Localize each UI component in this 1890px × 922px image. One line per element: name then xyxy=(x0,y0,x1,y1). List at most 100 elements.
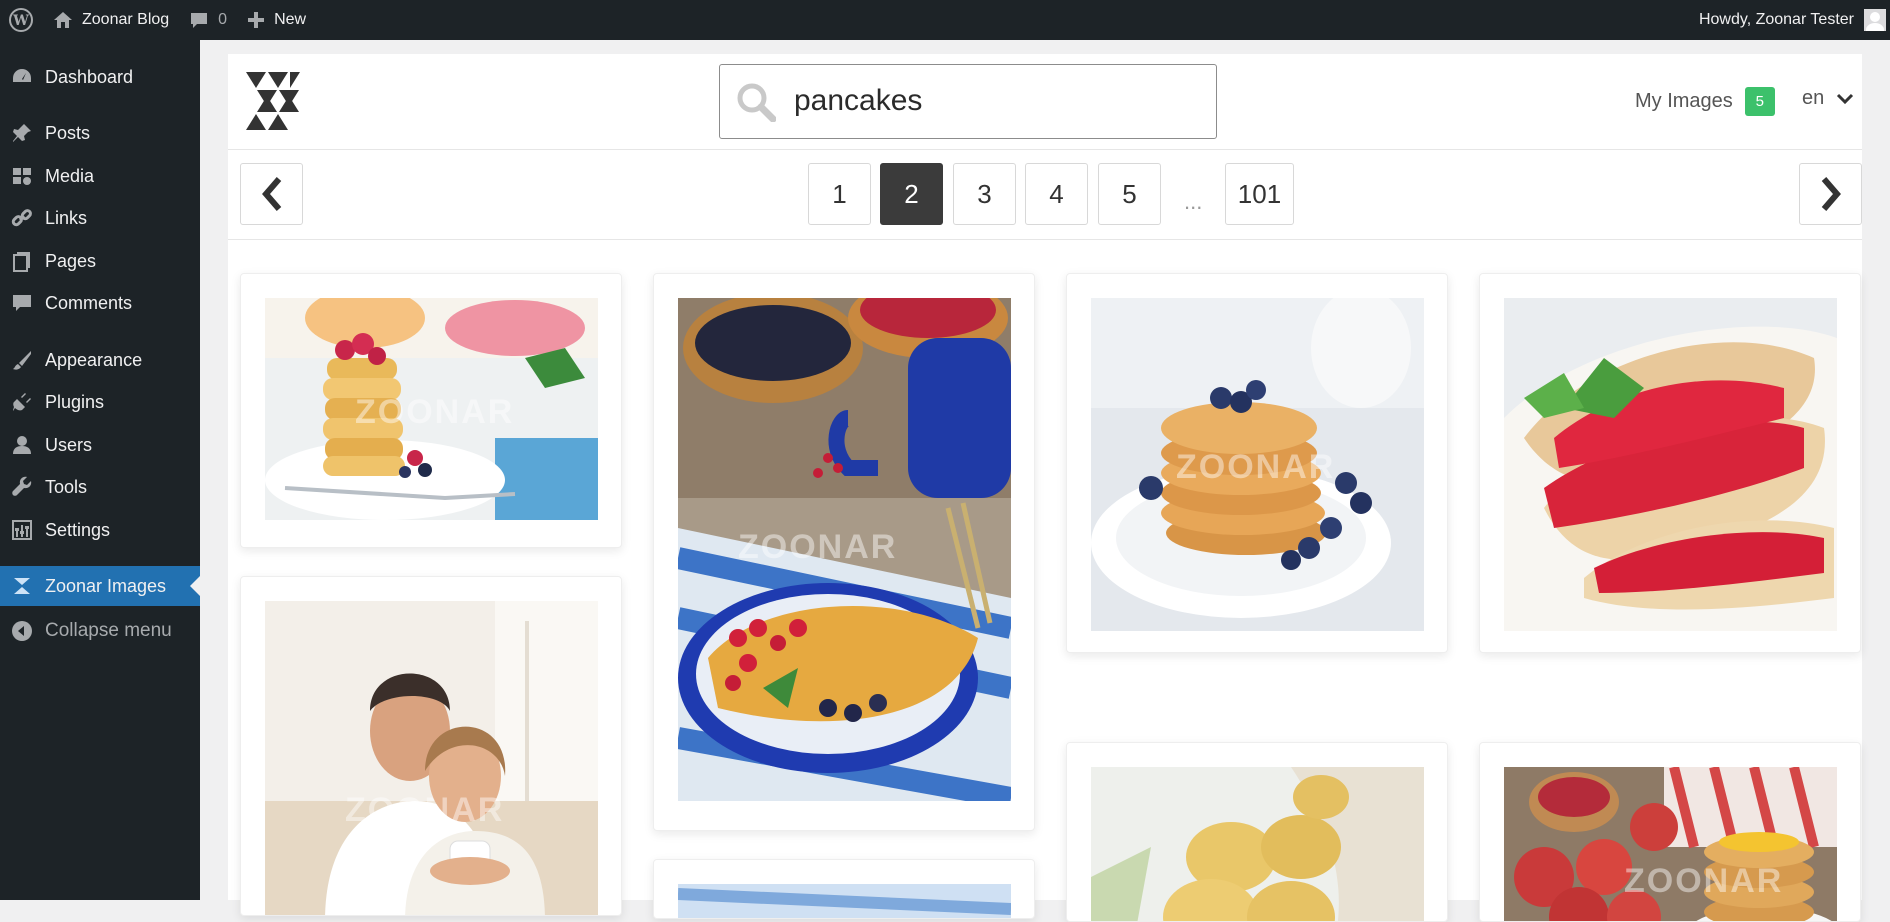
site-name: Zoonar Blog xyxy=(82,11,170,28)
avatar xyxy=(1864,9,1886,31)
menu-media[interactable]: Media xyxy=(0,156,200,196)
collapse-menu-button[interactable]: Collapse menu xyxy=(0,611,200,651)
image-card[interactable]: ZOONAR xyxy=(240,576,622,916)
menu-label: Comments xyxy=(45,292,133,313)
menu-links[interactable]: Links xyxy=(0,198,200,238)
menu-label: Posts xyxy=(45,122,91,143)
comment-icon xyxy=(13,295,31,311)
link-icon xyxy=(11,209,32,227)
language-select[interactable]: en xyxy=(1802,87,1854,110)
menu-tools[interactable]: Tools xyxy=(0,467,200,507)
image-thumbnail[interactable]: ZOONAR xyxy=(1091,298,1424,631)
plug-icon xyxy=(13,393,31,411)
watermark: ZOONAR xyxy=(738,528,898,566)
pushpin-icon xyxy=(13,124,31,142)
site-name-link[interactable]: Zoonar Blog xyxy=(43,0,179,40)
image-thumbnail[interactable]: ZOONAR xyxy=(265,298,598,520)
page-1-button[interactable]: 1 xyxy=(808,163,871,225)
menu-appearance[interactable]: Appearance xyxy=(0,340,200,380)
search-icon xyxy=(737,83,776,122)
image-card[interactable]: ZOONAR xyxy=(1479,742,1861,922)
menu-label: Pages xyxy=(45,250,97,271)
image-card[interactable]: ZOONAR xyxy=(653,273,1035,831)
menu-label: Settings xyxy=(45,519,111,540)
last-page-button[interactable]: 101 xyxy=(1225,163,1294,225)
wordpress-icon: W xyxy=(9,8,33,32)
image-thumbnail[interactable] xyxy=(678,884,1011,918)
zoonar-images-panel: My Images 5 en 1 2 3 4 5 ... 101 xyxy=(228,54,1862,922)
menu-label: Tools xyxy=(45,476,88,497)
menu-comments[interactable]: Comments xyxy=(0,283,200,323)
image-thumbnail[interactable]: ZOONAR xyxy=(1504,767,1837,921)
menu-settings[interactable]: Settings xyxy=(0,510,200,550)
chevron-down-icon xyxy=(1837,93,1854,104)
pages-icon xyxy=(13,252,30,272)
image-thumbnail[interactable] xyxy=(1091,767,1424,921)
watermark: ZOONAR xyxy=(345,791,505,829)
admin-sidebar: Dashboard Posts Media Links Pages Commen… xyxy=(0,40,200,900)
my-images-count-badge: 5 xyxy=(1744,87,1775,116)
menu-posts[interactable]: Posts xyxy=(0,113,200,153)
language-value: en xyxy=(1802,87,1825,109)
image-card[interactable] xyxy=(1479,273,1861,653)
admin-bar: W Zoonar Blog 0 New Howdy, Zoonar Tester xyxy=(0,0,1890,40)
menu-dashboard[interactable]: Dashboard xyxy=(0,57,200,97)
menu-label: Links xyxy=(45,207,88,228)
dashboard-icon xyxy=(13,69,31,82)
zoonar-icon xyxy=(14,578,30,594)
zoonar-logo xyxy=(244,70,302,137)
menu-label: Zoonar Images xyxy=(45,575,167,596)
image-card[interactable]: ZOONAR xyxy=(240,273,622,548)
previous-page-button[interactable] xyxy=(240,163,303,225)
menu-pages[interactable]: Pages xyxy=(0,241,200,281)
next-page-button[interactable] xyxy=(1799,163,1862,225)
page-4-button[interactable]: 4 xyxy=(1025,163,1088,225)
comments-count: 0 xyxy=(218,11,228,28)
menu-label: Plugins xyxy=(45,391,105,412)
watermark: ZOONAR xyxy=(1624,862,1784,900)
settings-icon xyxy=(12,520,32,540)
image-thumbnail[interactable] xyxy=(1504,298,1837,631)
new-label: New xyxy=(274,11,307,28)
user-icon xyxy=(13,436,31,454)
new-content-link[interactable]: New xyxy=(237,0,316,40)
home-icon xyxy=(54,12,72,28)
chevron-right-icon xyxy=(1821,177,1841,211)
image-card[interactable]: ZOONAR xyxy=(1066,273,1448,653)
image-thumbnail[interactable]: ZOONAR xyxy=(678,298,1011,801)
account-menu[interactable]: Howdy, Zoonar Tester xyxy=(1699,9,1890,31)
menu-plugins[interactable]: Plugins xyxy=(0,382,200,422)
comment-icon xyxy=(191,13,208,28)
menu-label: Collapse menu xyxy=(45,620,172,641)
menu-zoonar-images[interactable]: Zoonar Images xyxy=(0,566,200,606)
pagination: 1 2 3 4 5 ... 101 xyxy=(228,151,1862,240)
comments-link[interactable]: 0 xyxy=(179,0,237,40)
page-2-button[interactable]: 2 xyxy=(880,163,943,225)
panel-header: My Images 5 en xyxy=(228,54,1862,150)
watermark: ZOONAR xyxy=(1176,448,1336,486)
chevron-left-icon xyxy=(261,177,281,211)
wordpress-logo-button[interactable]: W xyxy=(0,0,43,40)
search-input[interactable] xyxy=(794,77,1194,125)
collapse-icon xyxy=(12,621,32,641)
menu-label: Media xyxy=(45,165,95,186)
menu-label: Appearance xyxy=(45,349,143,370)
brush-icon xyxy=(13,351,31,370)
howdy-text: Howdy, Zoonar Tester xyxy=(1698,11,1854,28)
my-images-label: My Images xyxy=(1635,90,1733,112)
wrench-icon xyxy=(12,476,32,496)
pagination-ellipsis: ... xyxy=(1184,189,1203,214)
image-card[interactable] xyxy=(653,859,1035,919)
image-thumbnail[interactable]: ZOONAR xyxy=(265,601,598,915)
plus-icon xyxy=(248,12,265,28)
my-images-link[interactable]: My Images 5 xyxy=(1635,87,1775,116)
search-box[interactable] xyxy=(719,64,1217,139)
page-5-button[interactable]: 5 xyxy=(1098,163,1161,225)
media-icon xyxy=(13,168,31,185)
menu-label: Users xyxy=(45,434,93,455)
svg-text:W: W xyxy=(12,13,29,29)
image-card[interactable] xyxy=(1066,742,1448,922)
menu-label: Dashboard xyxy=(45,66,134,87)
menu-users[interactable]: Users xyxy=(0,425,200,465)
page-3-button[interactable]: 3 xyxy=(953,163,1016,225)
